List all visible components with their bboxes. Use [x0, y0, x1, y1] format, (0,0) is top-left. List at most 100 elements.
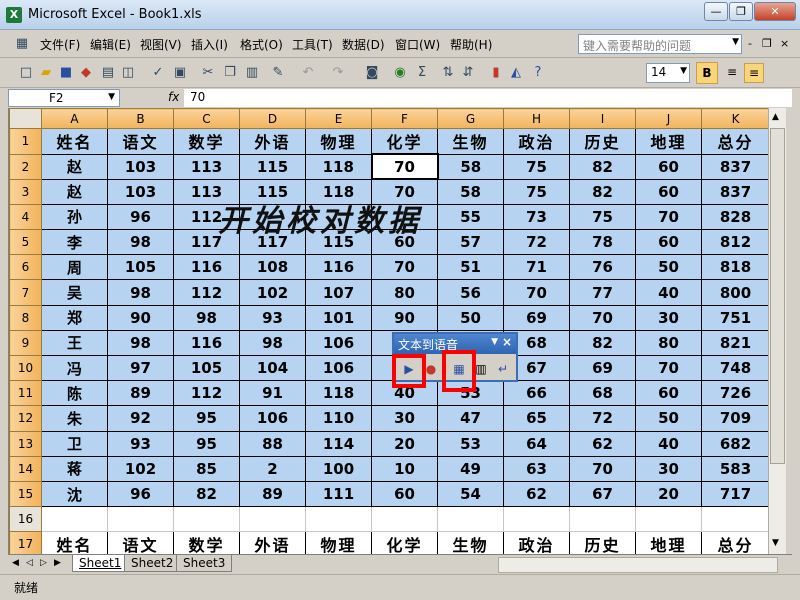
column-header[interactable]: C	[173, 108, 240, 129]
grid-cell[interactable]: 朱	[41, 405, 108, 432]
grid-cell[interactable]: 70	[569, 455, 636, 482]
grid-cell[interactable]: 98	[107, 229, 174, 256]
drawing-icon[interactable]: ◭	[508, 65, 524, 81]
grid-cell[interactable]	[239, 506, 306, 533]
grid-cell[interactable]: 85	[173, 455, 240, 482]
grid-cell[interactable]: 78	[569, 229, 636, 256]
sort-descending-icon[interactable]: ⇵	[460, 65, 476, 81]
grid-cell[interactable]: 110	[305, 405, 372, 432]
menu-format[interactable]: 格式(O)	[240, 36, 283, 53]
grid-cell[interactable]: 62	[569, 430, 636, 457]
row-header[interactable]: 9	[9, 329, 42, 357]
grid-cell[interactable]: 583	[701, 455, 768, 482]
grid-cell[interactable]: 837	[701, 178, 768, 205]
grid-cell[interactable]: 物理	[305, 128, 372, 155]
align-left-button[interactable]: ≡	[722, 63, 742, 83]
grid-cell[interactable]: 沈	[41, 480, 108, 508]
menu-tools[interactable]: 工具(T)	[292, 36, 333, 53]
grid-cell[interactable]: 生物	[437, 128, 504, 155]
row-header[interactable]: 1	[9, 128, 42, 155]
grid-cell[interactable]: 历史	[569, 531, 636, 554]
grid-cell[interactable]: 赵	[41, 178, 108, 205]
grid-cell[interactable]: 90	[371, 304, 438, 331]
grid-cell[interactable]: 71	[503, 254, 570, 281]
formula-input[interactable]: 70	[184, 89, 792, 107]
grid-cell[interactable]: 58	[437, 153, 504, 180]
tab-sheet1[interactable]: Sheet1	[72, 555, 129, 572]
grid-cell[interactable]: 56	[437, 279, 504, 306]
format-painter-icon[interactable]: ✎	[270, 65, 286, 81]
chevron-down-icon[interactable]: ▼	[108, 92, 115, 102]
minimize-button[interactable]: —	[704, 2, 728, 21]
grid-cell[interactable]: 政治	[503, 531, 570, 554]
grid-cell[interactable]: 化学	[371, 128, 438, 155]
grid-cell[interactable]	[701, 506, 768, 533]
grid-cell[interactable]: 103	[107, 178, 174, 205]
grid-cell[interactable]: 82	[173, 480, 240, 508]
tab-sheet2[interactable]: Sheet2	[124, 555, 181, 572]
grid-cell[interactable]: 政治	[503, 128, 570, 155]
grid-cell[interactable]: 96	[107, 480, 174, 508]
grid-cell[interactable]: 62	[503, 480, 570, 508]
grid-cell[interactable]: 114	[305, 430, 372, 457]
grid-cell[interactable]: 70	[503, 279, 570, 306]
row-header[interactable]: 4	[9, 203, 42, 231]
grid-cell[interactable]	[305, 506, 372, 533]
grid-cell[interactable]: 118	[305, 380, 372, 407]
redo-icon[interactable]: ↷	[330, 65, 346, 81]
row-header[interactable]: 5	[9, 229, 42, 256]
grid-cell[interactable]: 116	[173, 254, 240, 281]
last-sheet-icon[interactable]: ▶	[54, 558, 61, 568]
undo-icon[interactable]: ↶	[300, 65, 316, 81]
grid-cell[interactable]: 30	[635, 455, 702, 482]
grid-cell[interactable]: 地理	[635, 531, 702, 554]
close-icon[interactable]: ×	[502, 335, 512, 349]
grid-cell[interactable]	[173, 506, 240, 533]
row-header[interactable]: 15	[9, 480, 42, 508]
bold-button[interactable]: B	[696, 62, 718, 84]
horizontal-scrollbar[interactable]	[498, 557, 778, 573]
row-header[interactable]: 12	[9, 405, 42, 432]
row-header[interactable]: 2	[9, 153, 42, 180]
grid-cell[interactable]: 102	[239, 279, 306, 306]
paste-icon[interactable]: ▥	[244, 65, 260, 81]
grid-cell[interactable]: 65	[503, 405, 570, 432]
grid-cell[interactable]: 115	[239, 153, 306, 180]
grid-cell[interactable]: 726	[701, 380, 768, 407]
grid-cell[interactable]: 73	[503, 203, 570, 231]
grid-cell[interactable]: 70	[569, 304, 636, 331]
grid-cell[interactable]: 88	[239, 430, 306, 457]
copy-icon[interactable]: ❐	[222, 65, 238, 81]
grid-cell[interactable]: 67	[569, 480, 636, 508]
grid-cell[interactable]: 80	[371, 279, 438, 306]
grid-cell[interactable]: 95	[173, 405, 240, 432]
grid-cell[interactable]: 98	[239, 329, 306, 357]
grid-cell[interactable]: 蒋	[41, 455, 108, 482]
first-sheet-icon[interactable]: ◀	[12, 558, 19, 568]
row-header[interactable]: 8	[9, 304, 42, 331]
grid-cell[interactable]: 69	[569, 354, 636, 382]
menu-data[interactable]: 数据(D)	[342, 36, 385, 53]
grid-cell[interactable]: 60	[635, 229, 702, 256]
grid-cell[interactable]: 82	[569, 153, 636, 180]
menu-window[interactable]: 窗口(W)	[395, 36, 440, 53]
menu-help[interactable]: 帮助(H)	[450, 36, 492, 53]
save-icon[interactable]: ■	[58, 65, 74, 81]
autosum-icon[interactable]: Σ	[414, 65, 430, 81]
row-header[interactable]: 14	[9, 455, 42, 482]
column-header[interactable]: G	[437, 108, 504, 129]
grid-cell[interactable]	[437, 506, 504, 533]
grid-cell[interactable]: 98	[173, 304, 240, 331]
column-header[interactable]: D	[239, 108, 306, 129]
column-header[interactable]: F	[371, 108, 438, 129]
column-header[interactable]: K	[701, 108, 768, 129]
grid-cell[interactable]: 92	[107, 405, 174, 432]
grid-cell[interactable]: 50	[635, 254, 702, 281]
grid-cell[interactable]: 20	[371, 430, 438, 457]
grid-cell[interactable]: 语文	[107, 531, 174, 554]
toolbar-options-icon[interactable]: ▼	[491, 337, 498, 347]
grid-cell[interactable]: 97	[107, 354, 174, 382]
grid-cell[interactable]: 709	[701, 405, 768, 432]
grid-cell[interactable]: 103	[107, 153, 174, 180]
grid-cell[interactable]: 101	[305, 304, 372, 331]
